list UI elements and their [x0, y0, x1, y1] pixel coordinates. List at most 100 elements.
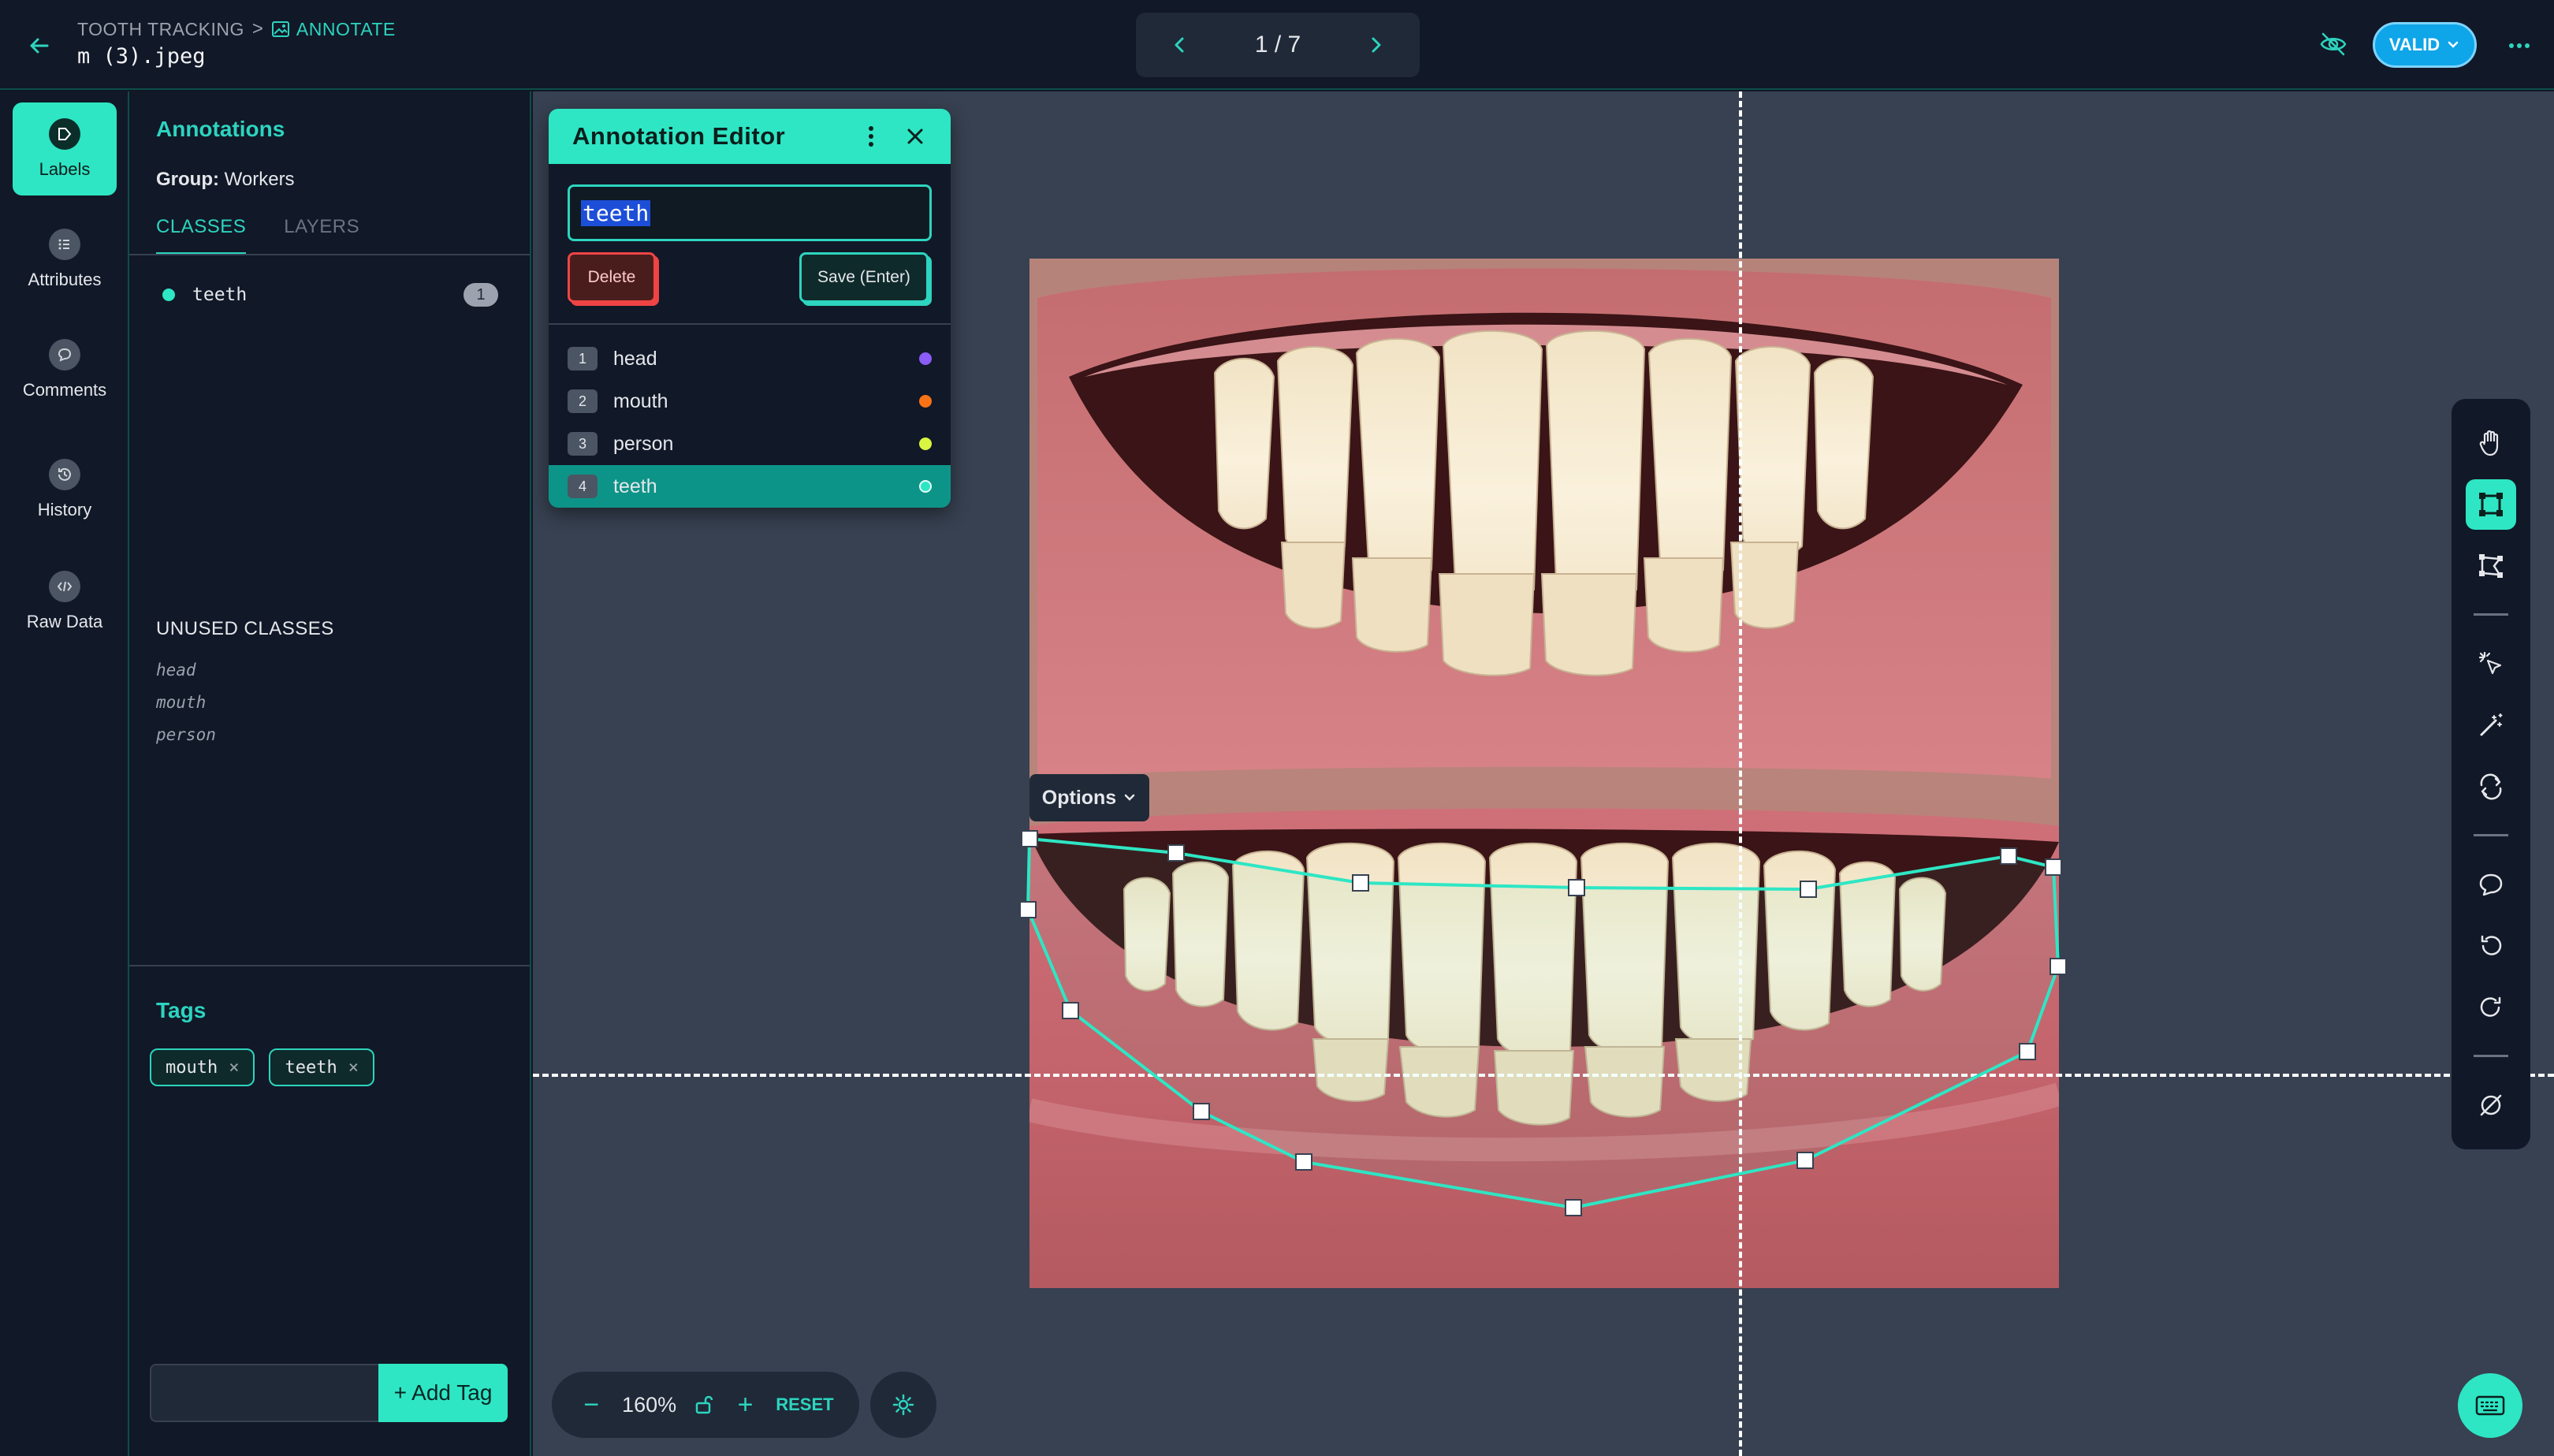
status-dropdown[interactable]: VALID: [2373, 22, 2477, 68]
toolbar-divider: [2474, 1055, 2508, 1057]
polygon-tool[interactable]: [2466, 541, 2516, 591]
toolbar-divider: [2474, 834, 2508, 836]
rail-item-history[interactable]: History: [13, 443, 117, 536]
class-color-dot: [919, 480, 932, 493]
page-counter: 1 / 7: [1254, 32, 1301, 58]
magic-wand-tool[interactable]: [2466, 700, 2516, 750]
breadcrumb-stage: ANNOTATE: [271, 19, 396, 40]
brightness-button[interactable]: [870, 1372, 936, 1438]
group-value: Workers: [224, 169, 295, 190]
bounding-box-icon: [2479, 493, 2503, 516]
class-name: teeth: [192, 285, 248, 305]
chevron-down-icon: [1124, 794, 1135, 801]
options-dropdown[interactable]: Options: [1029, 774, 1149, 821]
close-icon[interactable]: ×: [348, 1058, 359, 1078]
tag-chip: mouth ×: [150, 1048, 255, 1086]
zoom-in-button[interactable]: +: [732, 1390, 760, 1421]
tag-input[interactable]: [150, 1364, 378, 1422]
rail-item-comments[interactable]: Comments: [13, 323, 117, 416]
class-color-dot: [919, 352, 932, 365]
breadcrumb-project[interactable]: TOOTH TRACKING: [77, 19, 244, 40]
undo-tool[interactable]: [2466, 921, 2516, 971]
toolbar-divider: [2474, 613, 2508, 616]
smart-select-icon: [2478, 651, 2502, 675]
delete-button[interactable]: Delete: [568, 252, 656, 303]
rail-item-attributes[interactable]: Attributes: [13, 213, 117, 306]
redo-tool[interactable]: [2466, 982, 2516, 1033]
group-line: Group: Workers: [156, 169, 295, 191]
kebab-menu-icon[interactable]: [859, 121, 883, 152]
class-name-input[interactable]: teeth: [568, 184, 932, 241]
zoom-out-button[interactable]: −: [577, 1390, 605, 1421]
redo-icon: [2480, 996, 2501, 1017]
magic-wand-icon: [2480, 713, 2503, 736]
tab-classes[interactable]: CLASSES: [156, 216, 247, 255]
unused-class-item: mouth: [156, 693, 207, 712]
comment-icon: [2479, 873, 2503, 896]
hide-annotations-icon[interactable]: [2318, 28, 2349, 60]
tag-chip: teeth ×: [269, 1048, 374, 1086]
close-icon[interactable]: [903, 125, 927, 148]
hand-tool[interactable]: [2466, 418, 2516, 468]
unlock-icon[interactable]: [693, 1394, 715, 1416]
rail-item-raw-data[interactable]: Raw Data: [13, 555, 117, 648]
class-hotkey-badge: 4: [568, 475, 598, 498]
chevron-left-icon[interactable]: [1167, 33, 1191, 57]
left-nav-rail: Labels Attributes Comments History Raw D…: [0, 91, 129, 1456]
more-options-icon[interactable]: [2504, 32, 2535, 60]
divider: [129, 965, 530, 966]
class-list-item[interactable]: teeth 1: [162, 277, 498, 312]
rail-label-history: History: [37, 500, 92, 519]
class-option-person[interactable]: 3 person: [549, 423, 951, 465]
breadcrumb-stage-label: ANNOTATE: [296, 18, 396, 39]
class-color-dot: [162, 289, 175, 301]
bounding-box-tool[interactable]: [2466, 479, 2516, 530]
list-icon: [49, 229, 80, 260]
class-color-dot: [919, 395, 932, 408]
reset-zoom-button[interactable]: RESET: [776, 1395, 833, 1415]
unused-class-item: head: [156, 661, 196, 680]
breadcrumb-separator: >: [251, 18, 263, 39]
divider: [549, 323, 951, 325]
comment-icon: [49, 339, 80, 371]
save-button[interactable]: Save (Enter): [799, 252, 929, 303]
class-hotkey-badge: 1: [568, 347, 598, 371]
unused-classes-title: UNUSED CLASSES: [156, 618, 334, 639]
chevron-right-icon[interactable]: [1364, 33, 1388, 57]
class-hotkey-badge: 3: [568, 432, 598, 456]
tab-layers[interactable]: LAYERS: [284, 216, 359, 255]
rail-label-comments: Comments: [22, 380, 107, 400]
convert-tool[interactable]: [2466, 762, 2516, 812]
class-hotkey-badge: 2: [568, 389, 598, 413]
clear-icon: [2480, 1094, 2502, 1116]
class-option-head[interactable]: 1 head: [549, 337, 951, 380]
tool-palette: [2452, 399, 2530, 1149]
unused-class-item: person: [156, 725, 216, 744]
tag-icon: [49, 118, 80, 150]
class-name-input-value: teeth: [581, 199, 651, 226]
keyboard-shortcuts-button[interactable]: [2458, 1373, 2522, 1438]
class-option-mouth[interactable]: 2 mouth: [549, 380, 951, 423]
close-icon[interactable]: ×: [229, 1058, 239, 1078]
code-icon: [49, 571, 80, 602]
class-option-label: teeth: [613, 475, 657, 497]
top-bar: TOOTH TRACKING > ANNOTATE m (3).jpeg 1 /…: [0, 0, 2554, 90]
comment-tool[interactable]: [2466, 859, 2516, 910]
options-label: Options: [1041, 786, 1117, 809]
clear-tool[interactable]: [2466, 1080, 2516, 1130]
hand-icon: [2479, 430, 2499, 456]
class-option-teeth[interactable]: 4 teeth: [549, 465, 951, 508]
smart-select-tool[interactable]: [2466, 639, 2516, 689]
add-tag-button[interactable]: + Add Tag: [378, 1364, 508, 1422]
class-option-label: mouth: [613, 389, 668, 412]
back-arrow-icon[interactable]: [24, 30, 55, 61]
class-option-label: head: [613, 347, 657, 370]
divider: [129, 254, 530, 255]
annotations-panel: Annotations Group: Workers CLASSES LAYER…: [129, 91, 531, 1456]
zoom-controls: − 160% + RESET: [552, 1372, 859, 1438]
rail-item-labels[interactable]: Labels: [13, 102, 117, 195]
keyboard-icon: [2475, 1395, 2505, 1416]
image-icon: [271, 21, 289, 37]
rail-label-labels: Labels: [39, 159, 91, 179]
editor-title: Annotation Editor: [572, 122, 786, 150]
